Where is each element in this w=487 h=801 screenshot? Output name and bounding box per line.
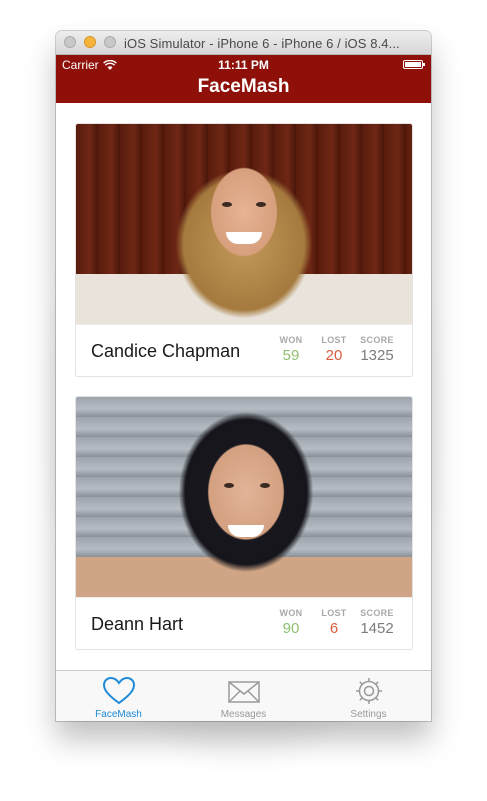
tab-label: FaceMash — [95, 709, 142, 720]
window-titlebar[interactable]: iOS Simulator - iPhone 6 - iPhone 6 / iO… — [56, 31, 431, 55]
window-title: iOS Simulator - iPhone 6 - iPhone 6 / iO… — [124, 36, 400, 51]
status-bar: Carrier 11:11 PM — [56, 55, 431, 75]
gear-icon — [356, 678, 382, 704]
tab-label: Settings — [350, 709, 387, 720]
won-value: 90 — [282, 620, 300, 637]
card-list[interactable]: Candice Chapman WON 59 LOST 20 SCORE 132… — [56, 103, 431, 670]
person-photo[interactable] — [76, 124, 412, 324]
envelope-icon — [228, 681, 260, 703]
won-stat: WON 59 — [271, 335, 311, 364]
tab-messages[interactable]: Messages — [181, 671, 306, 721]
minimize-window-button[interactable] — [84, 36, 96, 48]
eye-shape — [260, 483, 270, 488]
tab-label: Messages — [220, 709, 267, 720]
heart-icon — [102, 676, 136, 705]
battery-icon — [403, 60, 425, 69]
tab-settings[interactable]: Settings — [306, 671, 431, 721]
lost-stat: LOST 6 — [314, 608, 354, 637]
lost-stat: LOST 20 — [314, 335, 354, 364]
score-value: 1325 — [360, 347, 394, 364]
won-stat: WON 90 — [271, 608, 311, 637]
person-name: Deann Hart — [91, 614, 184, 634]
won-value: 59 — [282, 347, 300, 364]
eye-shape — [256, 202, 266, 207]
score-label: SCORE — [360, 335, 394, 345]
lost-value: 6 — [329, 620, 339, 637]
won-label: WON — [279, 335, 303, 345]
smile-shape — [226, 232, 262, 244]
eye-shape — [224, 483, 234, 488]
lost-value: 20 — [325, 347, 343, 364]
score-value: 1452 — [360, 620, 394, 637]
tab-bar: FaceMash Messages Settings — [56, 670, 431, 721]
lost-label: LOST — [321, 335, 347, 345]
close-window-button[interactable] — [64, 36, 76, 48]
phone-screen: Carrier 11:11 PM FaceMash Candice Chapma… — [56, 55, 431, 721]
traffic-lights — [64, 36, 116, 48]
eye-shape — [222, 202, 232, 207]
nav-title: FaceMash — [56, 75, 431, 103]
status-time: 11:11 PM — [218, 58, 269, 72]
person-info: Candice Chapman WON 59 LOST 20 SCORE 132… — [76, 324, 412, 376]
person-card[interactable]: Deann Hart WON 90 LOST 6 SCORE 1452 — [75, 396, 413, 650]
smile-shape — [228, 525, 264, 537]
simulator-window: iOS Simulator - iPhone 6 - iPhone 6 / iO… — [56, 31, 431, 721]
person-photo[interactable] — [76, 397, 412, 597]
score-stat: SCORE 1452 — [357, 608, 397, 637]
score-stat: SCORE 1325 — [357, 335, 397, 364]
person-name: Candice Chapman — [91, 341, 241, 361]
won-label: WON — [279, 608, 303, 618]
zoom-window-button[interactable] — [104, 36, 116, 48]
score-label: SCORE — [360, 608, 394, 618]
person-info: Deann Hart WON 90 LOST 6 SCORE 1452 — [76, 597, 412, 649]
person-card[interactable]: Candice Chapman WON 59 LOST 20 SCORE 132… — [75, 123, 413, 377]
tab-facemash[interactable]: FaceMash — [56, 671, 181, 721]
lost-label: LOST — [321, 608, 347, 618]
